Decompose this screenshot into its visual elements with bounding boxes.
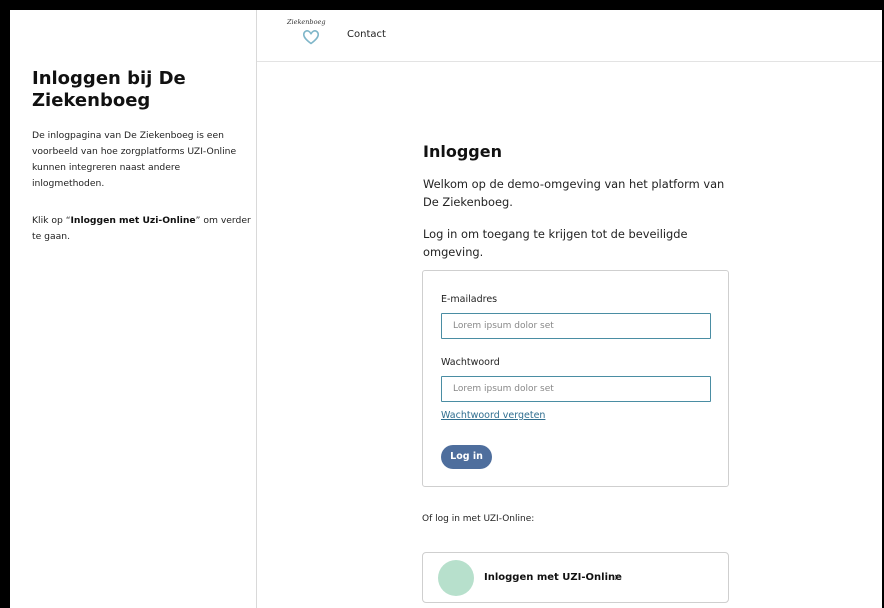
email-field[interactable]: Lorem ipsum dolor set — [441, 313, 711, 339]
page-title: Inloggen — [423, 142, 502, 161]
uzi-online-login-button[interactable]: Inloggen met UZI-Online › — [422, 552, 729, 603]
heart-icon — [302, 30, 320, 45]
nav-link-contact[interactable]: Contact — [347, 29, 386, 40]
login-form-card: E-mailadres Lorem ipsum dolor set Wachtw… — [422, 270, 729, 487]
uzi-button-label: Inloggen met UZI-Online — [484, 572, 622, 583]
sidebar-intro: De inlogpagina van De Ziekenboeg is een … — [32, 130, 237, 189]
password-label: Wachtwoord — [441, 357, 500, 368]
alt-login-prompt: Of log in met UZI-Online: — [422, 514, 535, 524]
sidebar-hint-emphasis: Inloggen met Uzi-Online — [70, 215, 196, 226]
sidebar-hint: Klik op “Inloggen met Uzi-Online” om ver… — [32, 213, 252, 245]
forgot-password-link[interactable]: Wachtwoord vergeten — [441, 410, 545, 421]
sidebar-hint-prefix: Klik op “ — [32, 215, 71, 226]
sidebar: Inloggen bij De Ziekenboeg De inlogpagin… — [10, 10, 257, 608]
login-button[interactable]: Log in — [441, 445, 492, 469]
logo-wordmark: Ziekenboeg — [287, 18, 326, 26]
top-navigation: Ziekenboeg Contact — [257, 10, 882, 62]
login-instruction: Log in om toegang te krijgen tot de beve… — [423, 227, 688, 259]
email-label: E-mailadres — [441, 294, 498, 305]
password-field[interactable]: Lorem ipsum dolor set — [441, 376, 711, 402]
sidebar-title: Inloggen bij De Ziekenboeg — [32, 68, 186, 111]
chevron-right-icon: › — [614, 570, 619, 584]
ziekenboeg-logo[interactable]: Ziekenboeg — [287, 18, 337, 54]
uzi-avatar-circle — [438, 560, 474, 596]
welcome-text: Welkom op de demo-omgeving van het platf… — [423, 177, 725, 209]
